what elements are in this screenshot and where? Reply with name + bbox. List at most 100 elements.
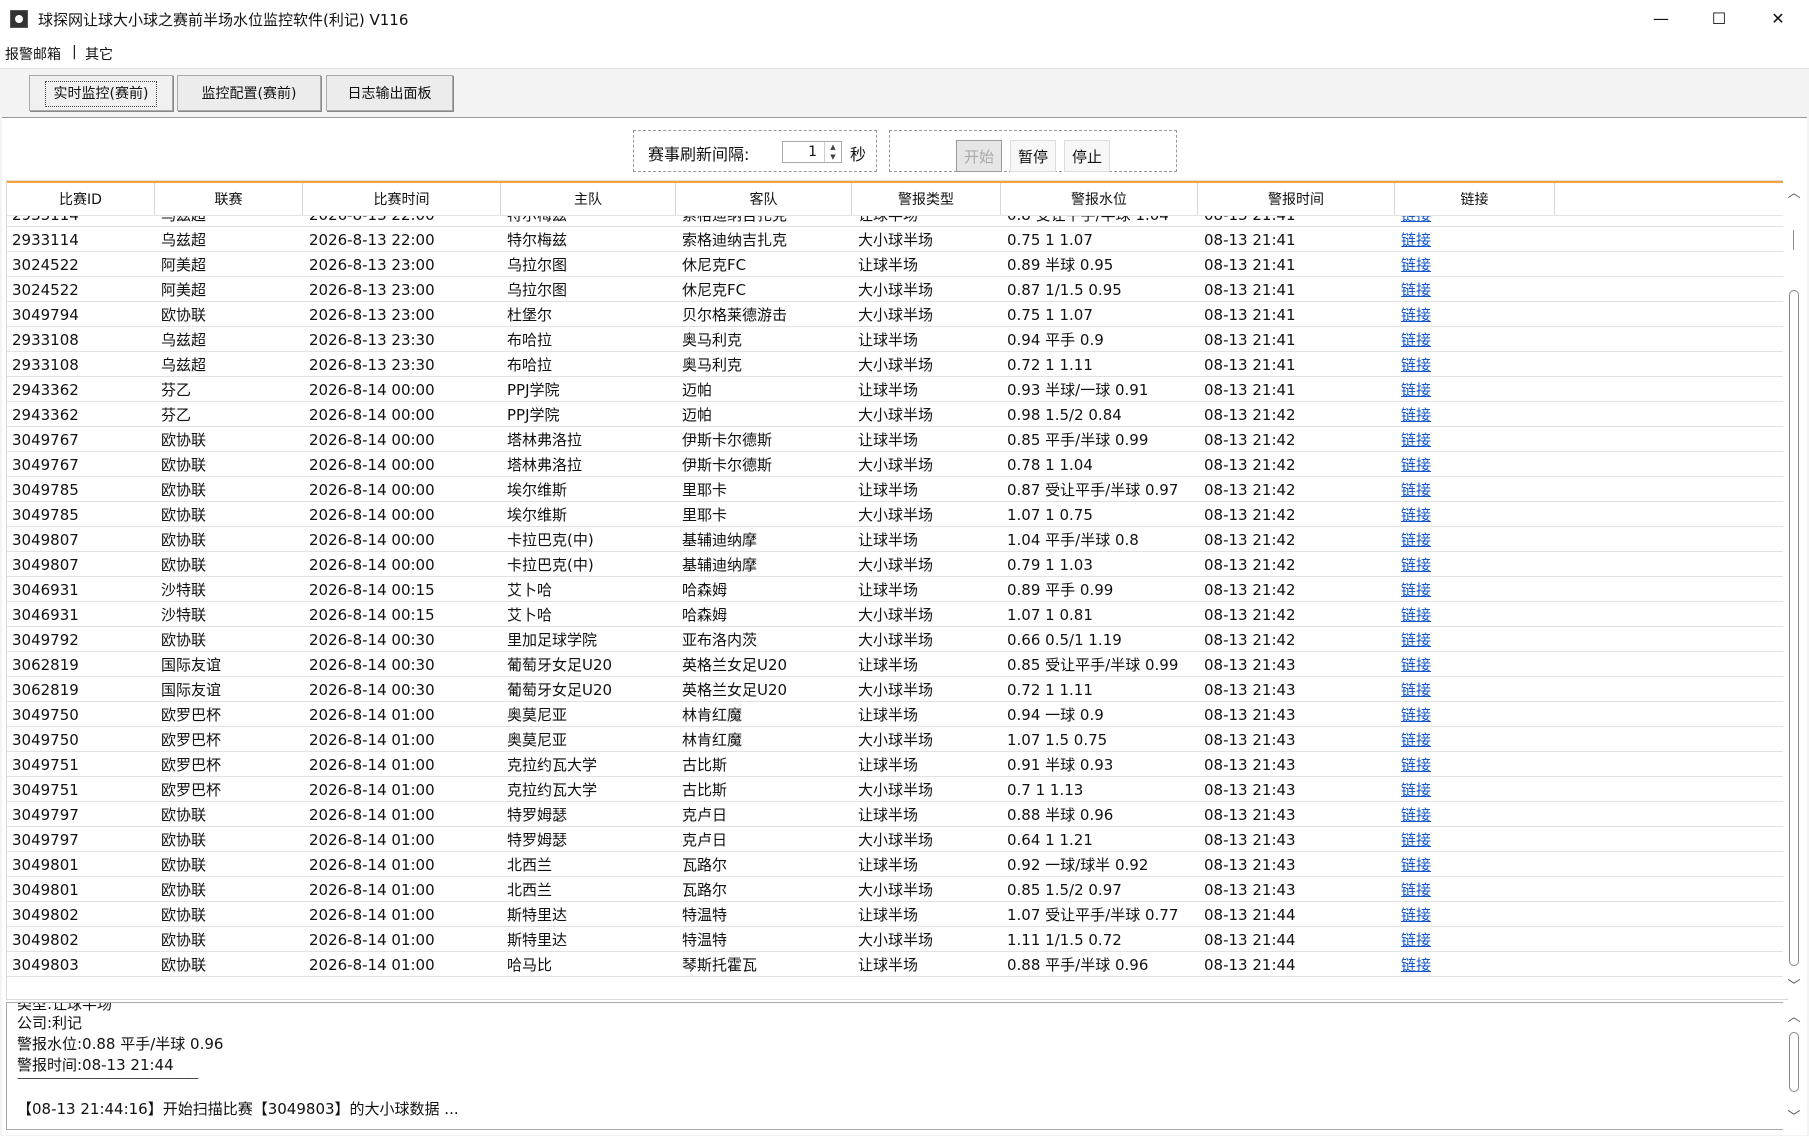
tab-realtime-monitor[interactable]: 实时监控(赛前): [29, 75, 173, 111]
header-col-link[interactable]: 链接: [1395, 183, 1555, 215]
link-link[interactable]: 链接: [1401, 927, 1553, 951]
table-row[interactable]: 3046931 沙特联 2026-8-14 00:15 艾卜哈 哈森姆 大小球半场 1.07…: [7, 602, 1787, 627]
table-row[interactable]: 3049807 欧协联 2026-8-14 00:00 卡拉巴克(中) 基辅迪纳摩 大小球…: [7, 552, 1787, 577]
header-col-alarm-time[interactable]: 警报时间: [1198, 183, 1395, 215]
link-link[interactable]: 链接: [1401, 727, 1553, 751]
table-row[interactable]: 3049785 欧协联 2026-8-14 00:00 埃尔维斯 里耶卡 让球半场 0.87…: [7, 477, 1787, 502]
stop-button[interactable]: 停止: [1064, 140, 1110, 172]
table-row[interactable]: 3049797 欧协联 2026-8-14 01:00 特罗姆瑟 克卢日 大小球半场 0.6…: [7, 827, 1787, 852]
table-row[interactable]: 3049801 欧协联 2026-8-14 01:00 北西兰 瓦路尔 大小球半场 0.85…: [7, 877, 1787, 902]
table-row[interactable]: 3024522 阿美超 2026-8-13 23:00 乌拉尔图 休尼克FC 让球半场 0.…: [7, 252, 1787, 277]
maximize-button[interactable]: ☐: [1691, 0, 1747, 38]
link-link[interactable]: 链接: [1401, 652, 1553, 676]
link-link[interactable]: 链接: [1401, 702, 1553, 726]
table-row[interactable]: 3049802 欧协联 2026-8-14 01:00 斯特里达 特温特 大小球半场 1.1…: [7, 927, 1787, 952]
table-row[interactable]: 3049751 欧罗巴杯 2026-8-14 01:00 克拉约瓦大学 古比斯 大小球半场…: [7, 777, 1787, 802]
header-col-match-time[interactable]: 比赛时间: [303, 183, 501, 215]
table-row[interactable]: 3049767 欧协联 2026-8-14 00:00 塔林弗洛拉 伊斯卡尔德斯 让球半场…: [7, 427, 1787, 452]
table-row[interactable]: 3062819 国际友谊 2026-8-14 00:30 葡萄牙女足U20 英格兰女足U…: [7, 677, 1787, 702]
table-row[interactable]: 2933108 乌兹超 2026-8-13 23:30 布哈拉 奥马利克 大小球半场 0.7…: [7, 352, 1787, 377]
table-row[interactable]: 3049785 欧协联 2026-8-14 00:00 埃尔维斯 里耶卡 大小球半场 1.0…: [7, 502, 1787, 527]
link-link[interactable]: 链接: [1401, 277, 1553, 301]
spinner-arrows[interactable]: ▲ ▼: [824, 142, 841, 162]
log-scrollbar[interactable]: ︿ ﹀: [1783, 1002, 1805, 1130]
scrollbar-thumb[interactable]: [1789, 290, 1799, 966]
link-link[interactable]: 链接: [1401, 677, 1553, 701]
table-row[interactable]: 3049802 欧协联 2026-8-14 01:00 斯特里达 特温特 让球半场 1.07…: [7, 902, 1787, 927]
pause-button[interactable]: 暂停: [1010, 140, 1056, 172]
match-time-cell: 2026-8-14 01:00: [309, 881, 435, 899]
link-link[interactable]: 链接: [1401, 902, 1553, 926]
table-row[interactable]: 3049792 欧协联 2026-8-14 00:30 里加足球学院 亚布洛内茨 大小球半…: [7, 627, 1787, 652]
start-button[interactable]: 开始: [956, 140, 1002, 172]
header-col-league[interactable]: 联赛: [155, 183, 303, 215]
link-link[interactable]: 链接: [1401, 827, 1553, 851]
refresh-interval-spinner[interactable]: 1 ▲ ▼: [782, 141, 842, 163]
link-link[interactable]: 链接: [1401, 352, 1553, 376]
spinner-up-icon[interactable]: ▲: [825, 142, 841, 152]
alarm-odds-cell: 0.8 受让平手/半球 1.04: [1007, 216, 1196, 226]
table-row[interactable]: 2943362 芬乙 2026-8-14 00:00 PPJ学院 迈帕 让球半场 0.93 …: [7, 377, 1787, 402]
header-col-away[interactable]: 客队: [676, 183, 852, 215]
table-row[interactable]: 3049750 欧罗巴杯 2026-8-14 01:00 奥莫尼亚 林肯红魔 让球半场 0.…: [7, 702, 1787, 727]
link-link[interactable]: 链接: [1401, 216, 1553, 226]
header-col-alarm-type[interactable]: 警报类型: [852, 183, 1001, 215]
menu-other[interactable]: 其它: [85, 44, 113, 64]
away-team-cell: 哈森姆: [682, 606, 728, 624]
table-row[interactable]: 3049767 欧协联 2026-8-14 00:00 塔林弗洛拉 伊斯卡尔德斯 大小球半…: [7, 452, 1787, 477]
scroll-up-icon[interactable]: ︿: [1786, 182, 1802, 201]
table-row[interactable]: 3046931 沙特联 2026-8-14 00:15 艾卜哈 哈森姆 让球半场 0.89 …: [7, 577, 1787, 602]
link-link[interactable]: 链接: [1401, 852, 1553, 876]
link-link[interactable]: 链接: [1401, 252, 1553, 276]
link-link[interactable]: 链接: [1401, 402, 1553, 426]
scroll-down-icon[interactable]: ﹀: [1786, 975, 1802, 994]
link-link[interactable]: 链接: [1401, 377, 1553, 401]
header-col-alarm-odds[interactable]: 警报水位: [1001, 183, 1198, 215]
log-scroll-up-icon[interactable]: ︿: [1786, 1006, 1802, 1025]
link-link[interactable]: 链接: [1401, 302, 1553, 326]
table-row[interactable]: 3049807 欧协联 2026-8-14 00:00 卡拉巴克(中) 基辅迪纳摩 让球半…: [7, 527, 1787, 552]
log-scroll-down-icon[interactable]: ﹀: [1786, 1106, 1802, 1125]
log-output[interactable]: 类型:让球半场 公司:利记 警报水位:0.88 平手/半球 0.96 警报时间:…: [6, 1002, 1784, 1130]
link-link[interactable]: 链接: [1401, 527, 1553, 551]
link-link[interactable]: 链接: [1401, 802, 1553, 826]
minimize-button[interactable]: —: [1633, 0, 1689, 38]
table-row[interactable]: 3049797 欧协联 2026-8-14 01:00 特罗姆瑟 克卢日 让球半场 0.88…: [7, 802, 1787, 827]
log-scrollbar-thumb[interactable]: [1789, 1032, 1799, 1092]
menu-alarm-email[interactable]: 报警邮箱: [5, 44, 61, 64]
table-scrollbar[interactable]: ︿ ﹀: [1783, 180, 1805, 998]
close-button[interactable]: ✕: [1750, 0, 1806, 38]
tab-monitor-config[interactable]: 监控配置(赛前): [177, 75, 321, 111]
table-row[interactable]: 3049751 欧罗巴杯 2026-8-14 01:00 克拉约瓦大学 古比斯 让球半场 0…: [7, 752, 1787, 777]
link-link[interactable]: 链接: [1401, 602, 1553, 626]
header-col-home[interactable]: 主队: [501, 183, 676, 215]
link-link[interactable]: 链接: [1401, 627, 1553, 651]
link-link[interactable]: 链接: [1401, 752, 1553, 776]
link-link[interactable]: 链接: [1401, 777, 1553, 801]
header-col-match-id[interactable]: 比赛ID: [7, 183, 155, 215]
table-row[interactable]: 2933108 乌兹超 2026-8-13 23:30 布哈拉 奥马利克 让球半场 0.94…: [7, 327, 1787, 352]
link-link[interactable]: 链接: [1401, 552, 1553, 576]
link-link[interactable]: 链接: [1401, 577, 1553, 601]
tab-log-panel[interactable]: 日志输出面板: [326, 75, 453, 111]
link-link[interactable]: 链接: [1401, 952, 1553, 976]
table-row[interactable]: 2943362 芬乙 2026-8-14 00:00 PPJ学院 迈帕 大小球半场 0.98…: [7, 402, 1787, 427]
table-row-partial[interactable]: 2933114 乌兹超 2026-8-13 22:00 特尔梅兹索格迪纳吉扎克让球半场…: [7, 216, 1787, 227]
link-link[interactable]: 链接: [1401, 427, 1553, 451]
link-link[interactable]: 链接: [1401, 452, 1553, 476]
table-row[interactable]: 3049801 欧协联 2026-8-14 01:00 北西兰 瓦路尔 让球半场 0.92 …: [7, 852, 1787, 877]
link-link[interactable]: 链接: [1401, 477, 1553, 501]
link-link[interactable]: 链接: [1401, 502, 1553, 526]
link-link[interactable]: 链接: [1401, 227, 1553, 251]
table-row[interactable]: 3024522 阿美超 2026-8-13 23:00 乌拉尔图 休尼克FC 大小球半场 0…: [7, 277, 1787, 302]
match-time-cell: 2026-8-14 00:00: [309, 531, 435, 549]
spinner-down-icon[interactable]: ▼: [825, 152, 841, 162]
table-row[interactable]: 3062819 国际友谊 2026-8-14 00:30 葡萄牙女足U20 英格兰女足U…: [7, 652, 1787, 677]
table-row[interactable]: 2933114 乌兹超 2026-8-13 22:00 特尔梅兹 索格迪纳吉扎克 大小球半…: [7, 227, 1787, 252]
link-link[interactable]: 链接: [1401, 877, 1553, 901]
table-row[interactable]: 3049803 欧协联 2026-8-14 01:00 哈马比 琴斯托霍瓦 让球半场 0.8…: [7, 952, 1787, 977]
link-link[interactable]: 链接: [1401, 327, 1553, 351]
match-time-cell: 2026-8-14 01:00: [309, 931, 435, 949]
table-row[interactable]: 3049794 欧协联 2026-8-13 23:00 杜堡尔 贝尔格莱德游击 大小球半场…: [7, 302, 1787, 327]
table-row[interactable]: 3049750 欧罗巴杯 2026-8-14 01:00 奥莫尼亚 林肯红魔 大小球半场 1…: [7, 727, 1787, 752]
